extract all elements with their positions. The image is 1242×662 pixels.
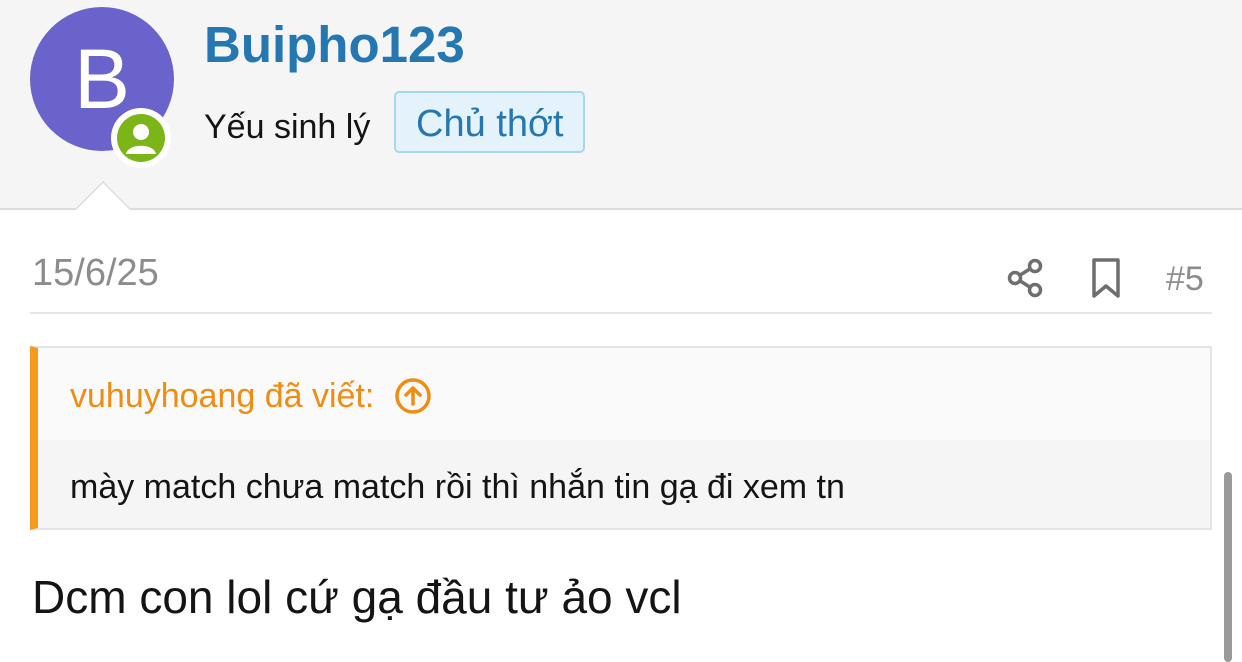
online-status-badge — [111, 108, 171, 168]
scrollbar-thumb[interactable] — [1224, 472, 1232, 662]
share-button[interactable] — [1004, 256, 1048, 300]
arrow-up-circle-icon[interactable] — [394, 377, 432, 415]
post-date-link[interactable]: 15/6/25 — [32, 250, 159, 296]
bookmark-button[interactable] — [1086, 256, 1126, 300]
quote-attribution-link[interactable]: vuhuyhoang đã viết: — [70, 375, 432, 417]
quote-attribution-text: vuhuyhoang đã viết: — [70, 377, 375, 415]
post-number-link[interactable]: #5 — [1166, 258, 1204, 300]
user-online-icon — [117, 114, 165, 162]
message-body: Dcm con lol cứ gạ đầu tư ảo vcl — [32, 571, 682, 623]
avatar-letter: B — [73, 32, 131, 126]
quote-block: vuhuyhoang đã viết: mày match chưa match… — [30, 346, 1212, 530]
thread-starter-badge: Chủ thớt — [394, 91, 586, 153]
username-link[interactable]: Buipho123 — [204, 14, 465, 76]
post-author-header: B Buipho123 Yếu sinh lý Chủ thớt — [0, 0, 1242, 210]
quote-text: mày match chưa match rồi thì nhắn tin gạ… — [70, 468, 845, 506]
message-pointer-arrow — [74, 181, 132, 210]
share-icon — [1007, 258, 1043, 298]
bookmark-icon — [1092, 258, 1120, 298]
user-title: Yếu sinh lý — [204, 108, 371, 146]
post-header-divider — [30, 312, 1212, 314]
